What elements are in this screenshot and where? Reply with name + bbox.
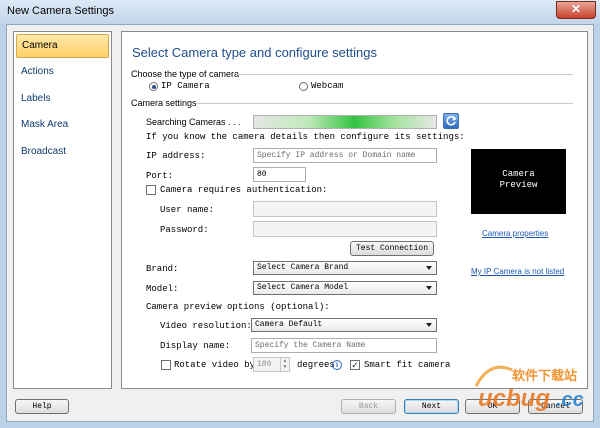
preview-line-1: Camera — [502, 169, 535, 179]
page-title: Select Camera type and configure setting… — [132, 45, 377, 60]
back-button[interactable]: Back — [341, 399, 396, 414]
searching-label: Searching Cameras . . . — [146, 117, 241, 127]
webcam-radio[interactable] — [299, 82, 308, 91]
site-watermark: 软件下载站 ucbug .cc — [474, 365, 584, 412]
arrow-down-icon: ▼ — [283, 364, 287, 370]
chevron-down-icon — [426, 266, 432, 270]
webcam-label: Webcam — [311, 81, 344, 91]
sidebar-item-actions[interactable]: Actions — [16, 60, 109, 84]
progress-fill — [254, 116, 436, 128]
sidebar-item-broadcast[interactable]: Broadcast — [16, 140, 109, 164]
ip-camera-radio[interactable] — [149, 82, 158, 91]
chevron-down-icon — [426, 323, 432, 327]
sidebar-item-camera[interactable]: Camera — [16, 34, 109, 58]
auth-checkbox[interactable] — [146, 185, 156, 195]
camera-preview: Camera Preview — [471, 149, 566, 214]
video-resolution-label: Video resolution: — [160, 321, 252, 331]
test-connection-button[interactable]: Test Connection — [350, 241, 434, 256]
model-label: Model: — [146, 284, 179, 294]
camera-settings-group-label: Camera settings — [131, 98, 197, 108]
svg-text:软件下载站: 软件下载站 — [512, 368, 577, 383]
close-icon: ✕ — [570, 2, 582, 16]
username-label: User name: — [160, 205, 215, 215]
video-resolution-select[interactable]: Camera Default — [251, 318, 437, 332]
port-label: Port: — [146, 171, 174, 181]
camera-not-listed-link[interactable]: My IP Camera is not listed — [471, 267, 564, 276]
rotate-video-label: Rotate video by: — [174, 360, 261, 370]
display-name-label: Display name: — [160, 341, 231, 351]
username-input[interactable] — [253, 201, 437, 217]
preview-options-label: Camera preview options (optional): — [146, 302, 330, 312]
sidebar-item-labels[interactable]: Labels — [16, 87, 109, 111]
rotate-video-checkbox[interactable] — [161, 360, 171, 370]
svg-text:ucbug: ucbug — [478, 385, 550, 412]
divider — [196, 103, 573, 104]
camera-type-group-label: Choose the type of camera — [131, 69, 240, 79]
close-button[interactable]: ✕ — [556, 1, 596, 19]
preview-line-2: Preview — [499, 180, 538, 190]
smart-fit-checkbox[interactable]: ✓ — [350, 360, 360, 370]
refresh-button[interactable] — [443, 113, 459, 129]
display-name-input[interactable]: Specify the Camera Name — [251, 338, 437, 353]
search-progress-bar — [253, 115, 437, 129]
help-button[interactable]: Help — [15, 399, 69, 414]
divider — [236, 74, 573, 75]
info-icon[interactable]: i — [332, 360, 342, 370]
stepper-arrows[interactable]: ▲ ▼ — [280, 358, 289, 371]
sidebar: Camera Actions Labels Mask Area Broadcas… — [13, 31, 112, 389]
window-title: New Camera Settings — [7, 5, 114, 17]
model-select[interactable]: Select Camera Model — [253, 281, 437, 295]
sidebar-item-mask-area[interactable]: Mask Area — [16, 113, 109, 137]
smart-fit-label: Smart fit camera — [364, 360, 451, 370]
refresh-icon — [446, 115, 457, 126]
auth-label: Camera requires authentication: — [160, 185, 328, 195]
password-label: Password: — [160, 225, 209, 235]
rotate-degrees-stepper[interactable]: 180 ▲ ▼ — [253, 357, 290, 372]
rotate-degrees-value: 180 — [257, 360, 272, 369]
instruction-text: If you know the camera details then conf… — [146, 132, 465, 142]
chevron-down-icon — [426, 286, 432, 290]
brand-select[interactable]: Select Camera Brand — [253, 261, 437, 275]
svg-text:.cc: .cc — [556, 389, 584, 411]
model-select-value: Select Camera Model — [257, 283, 349, 292]
next-button[interactable]: Next — [404, 399, 459, 414]
brand-label: Brand: — [146, 264, 179, 274]
ip-address-input[interactable]: Specify IP address or Domain name — [253, 148, 437, 163]
degrees-label: degrees — [297, 360, 335, 370]
camera-properties-link[interactable]: Camera properties — [482, 229, 548, 238]
password-input[interactable] — [253, 221, 437, 237]
ip-address-label: IP address: — [146, 151, 206, 161]
port-input[interactable]: 80 — [253, 167, 306, 182]
ip-camera-label: IP Camera — [161, 81, 210, 91]
brand-select-value: Select Camera Brand — [257, 263, 349, 272]
video-resolution-value: Camera Default — [255, 320, 323, 329]
